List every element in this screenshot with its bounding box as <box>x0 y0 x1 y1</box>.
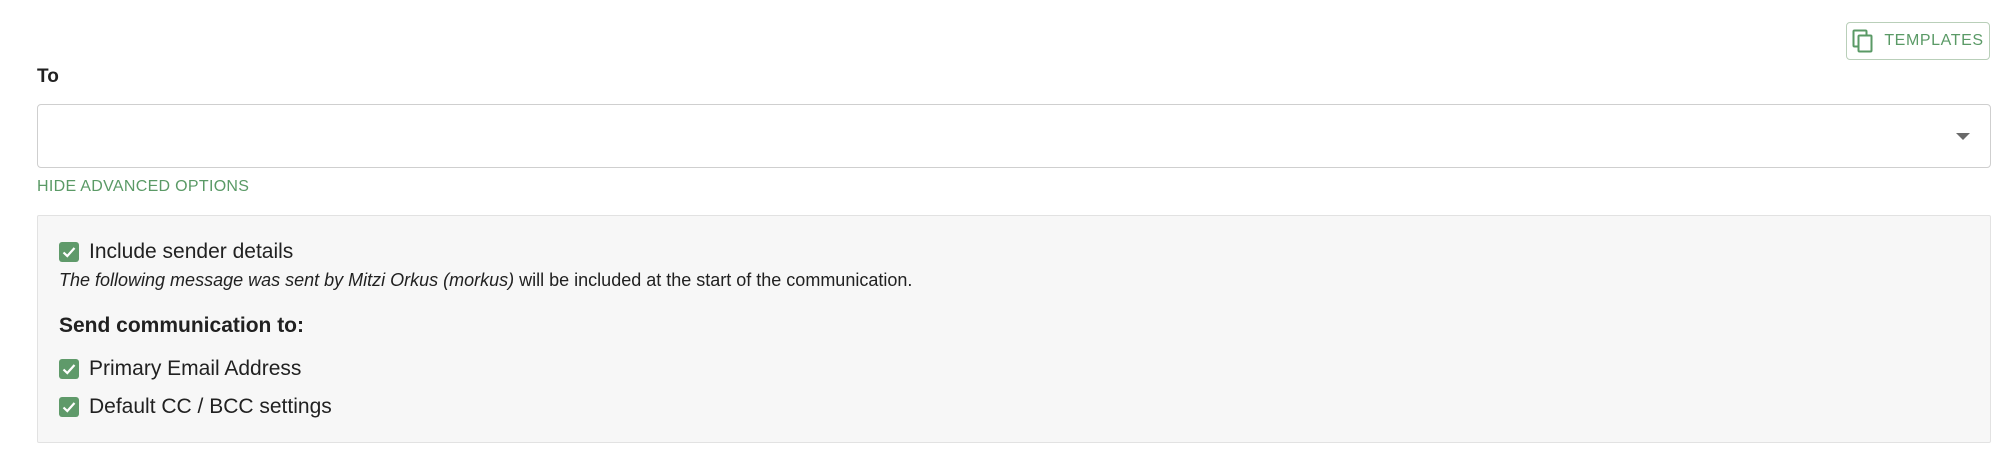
templates-button[interactable]: TEMPLATES <box>1846 22 1990 60</box>
default-cc-bcc-checkbox-row[interactable]: Default CC / BCC settings <box>59 395 332 419</box>
primary-email-label: Primary Email Address <box>89 357 302 380</box>
copy-icon <box>1852 29 1874 53</box>
include-sender-checkbox-row[interactable]: Include sender details <box>59 240 293 264</box>
default-cc-bcc-label: Default CC / BCC settings <box>89 395 332 418</box>
to-select[interactable] <box>37 104 1991 168</box>
sender-note-italic: The following message was sent by Mitzi … <box>59 270 515 290</box>
sender-note: The following message was sent by Mitzi … <box>59 270 912 291</box>
checkbox-checked-icon[interactable] <box>59 397 79 417</box>
chevron-down-icon[interactable] <box>1956 133 1970 140</box>
to-label: To <box>37 66 59 87</box>
send-to-heading: Send communication to: <box>59 314 305 337</box>
primary-email-checkbox-row[interactable]: Primary Email Address <box>59 357 301 381</box>
sender-note-rest: will be included at the start of the com… <box>514 270 913 290</box>
checkbox-checked-icon[interactable] <box>59 359 79 379</box>
hide-advanced-options-link[interactable]: HIDE ADVANCED OPTIONS <box>37 178 249 196</box>
checkbox-checked-icon[interactable] <box>59 242 79 262</box>
include-sender-label: Include sender details <box>89 240 294 263</box>
advanced-options-panel: Include sender details The following mes… <box>37 215 1991 443</box>
templates-label: TEMPLATES <box>1884 32 1984 49</box>
compose-form: TEMPLATES To HIDE ADVANCED OPTIONS Inclu… <box>0 0 2014 450</box>
